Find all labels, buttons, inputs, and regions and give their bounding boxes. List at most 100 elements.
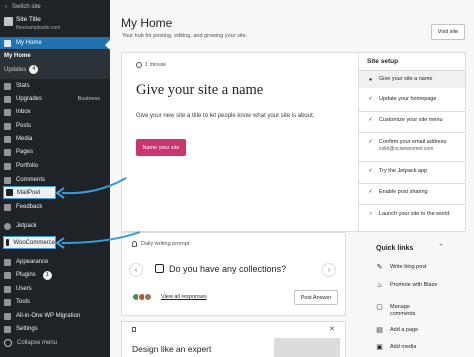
page-title: My Home — [121, 16, 173, 30]
setup-item[interactable]: ○ Launch your site to the world — [359, 211, 465, 218]
sidebar-item-jetpack[interactable]: Jetpack — [0, 220, 110, 232]
sidebar-item-media[interactable]: Media — [0, 133, 110, 145]
sidebar-item-posts[interactable]: Posts — [0, 120, 110, 132]
sidebar-item-my-home[interactable]: My Home — [0, 37, 110, 49]
prev-prompt-icon[interactable]: ‹ — [129, 263, 143, 277]
sidebar-item-mailpoet[interactable]: MailPoet — [3, 186, 56, 199]
chevron-up-icon[interactable]: ⌃ — [438, 243, 444, 251]
sidebar-item-woocommerce[interactable]: WooCommerce — [3, 236, 56, 249]
upgrades-icon — [4, 95, 11, 103]
sidebar-item-tools[interactable]: Tools — [0, 296, 110, 308]
task-card: 1 minute Give your site a name Give your… — [121, 52, 359, 232]
site-url: theexamplesite.com — [16, 25, 61, 31]
quick-link-add-page[interactable]: ▤ Add a page — [376, 327, 418, 334]
media-icon — [4, 135, 11, 143]
setup-item[interactable]: ✓ Customize your site menu — [359, 117, 465, 124]
divider — [359, 183, 465, 184]
comments-icon: ▢ — [376, 304, 383, 311]
lesson-thumbnail — [274, 338, 340, 357]
site-setup-panel: Site setup ● Give your site a name ✓ Upd… — [358, 52, 466, 232]
current-dot-icon: ● — [368, 76, 373, 83]
sidebar-item-feedback[interactable]: Feedback — [0, 201, 110, 213]
add-page-icon: ▤ — [376, 327, 383, 334]
pencil-icon: ✎ — [376, 264, 383, 271]
plan-label: Business — [77, 96, 100, 102]
tools-icon — [4, 298, 11, 306]
prompt-question: Do you have any collections? — [155, 264, 286, 274]
clock-icon — [136, 62, 142, 68]
mailpoet-icon — [6, 189, 13, 196]
quick-link-comments[interactable]: ▢ Manage comments — [376, 304, 430, 317]
lightbulb-icon — [132, 241, 137, 247]
submenu-updates[interactable]: Updates 4 — [4, 65, 39, 74]
submenu-my-home[interactable]: My Home — [4, 53, 31, 59]
sidebar-item-appearance[interactable]: Appearance — [0, 256, 110, 268]
task-duration: 1 minute — [136, 62, 166, 68]
setup-item[interactable]: ✓ Confirm your email address colin@ncnewc… — [359, 139, 465, 152]
sidebar-item-inbox[interactable]: Inbox — [0, 106, 110, 118]
quick-link-blaze[interactable]: ♨ Promote with Blaze — [376, 282, 438, 289]
my-home-submenu: My Home Updates 4 — [0, 50, 110, 79]
collapse-menu-button[interactable]: Collapse menu — [4, 339, 57, 347]
quick-links-panel: Quick links ⌃ ✎ Write blog post ♨ Promot… — [362, 236, 466, 357]
visit-site-button[interactable]: Visit site — [431, 24, 465, 40]
site-header[interactable]: Site Title theexamplesite.com — [0, 14, 110, 36]
settings-icon — [4, 325, 11, 333]
portfolio-icon — [4, 162, 11, 170]
site-title: Site Title — [16, 16, 41, 23]
sidebar-item-portfolio[interactable]: Portfolio — [0, 160, 110, 172]
divider — [359, 111, 465, 112]
collapse-icon — [4, 339, 12, 347]
setup-item[interactable]: ✓ Enable post sharing — [359, 189, 465, 196]
check-icon: ✓ — [368, 117, 373, 123]
close-icon[interactable]: ✕ — [329, 325, 335, 333]
quick-link-add-media[interactable]: ▣ Add media — [376, 344, 416, 351]
sidebar-item-users[interactable]: Users — [0, 283, 110, 295]
email-address: colin@ncnewcomer.com — [379, 145, 434, 152]
prompt-carousel: ‹ Do you have any collections? › — [126, 255, 342, 283]
media-icon: ▣ — [376, 344, 383, 351]
woocommerce-icon — [6, 239, 10, 246]
divider — [359, 204, 465, 205]
inbox-icon — [4, 108, 11, 116]
chevron-left-icon: ‹ — [5, 3, 7, 10]
quick-link-write-post[interactable]: ✎ Write blog post — [376, 264, 427, 271]
posts-icon — [4, 122, 11, 130]
active-indicator — [105, 40, 110, 50]
avatar — [144, 293, 152, 301]
setup-item[interactable]: ✓ Update your homepage — [359, 96, 465, 103]
name-your-site-button[interactable]: Name your site — [136, 139, 186, 156]
writing-prompt-card: Daily writing prompt ‹ Do you have any c… — [121, 232, 346, 316]
lesson-icon — [132, 327, 136, 332]
check-icon: ✓ — [368, 168, 373, 174]
lesson-title: Design like an expert — [132, 344, 212, 354]
site-icon — [4, 17, 13, 26]
setup-item[interactable]: ● Give your site a name — [359, 71, 465, 88]
sidebar-item-comments[interactable]: Comments — [0, 174, 110, 186]
comments-icon — [4, 176, 11, 184]
sidebar-item-settings[interactable]: Settings — [0, 323, 110, 335]
migration-icon — [4, 312, 11, 320]
check-icon: ✓ — [368, 139, 373, 145]
sidebar-item-plugins[interactable]: Plugins 1 — [0, 269, 110, 281]
empty-circle-icon: ○ — [368, 211, 373, 217]
jetpack-icon — [4, 222, 11, 230]
lesson-card: ✕ Design like an expert — [121, 321, 346, 357]
sidebar-item-migration[interactable]: All-in-One WP Migration — [0, 310, 110, 322]
post-answer-button[interactable]: Post Answer — [294, 290, 338, 305]
users-icon — [4, 285, 11, 293]
feedback-icon — [4, 203, 11, 211]
appearance-icon — [4, 258, 11, 266]
switch-site-link[interactable]: ‹ Switch site — [0, 0, 110, 13]
check-icon: ✓ — [368, 96, 373, 102]
stats-icon — [4, 82, 11, 90]
next-prompt-icon[interactable]: › — [322, 263, 336, 277]
view-all-responses-link[interactable]: View all responses — [161, 294, 207, 300]
question-icon — [155, 264, 164, 273]
setup-item[interactable]: ✓ Try the Jetpack app — [359, 168, 465, 175]
plugins-icon — [4, 271, 11, 279]
divider — [359, 132, 465, 133]
sidebar-item-stats[interactable]: Stats — [0, 80, 110, 92]
sidebar-item-upgrades[interactable]: Upgrades Business — [0, 93, 110, 105]
sidebar-item-pages[interactable]: Pages — [0, 146, 110, 158]
